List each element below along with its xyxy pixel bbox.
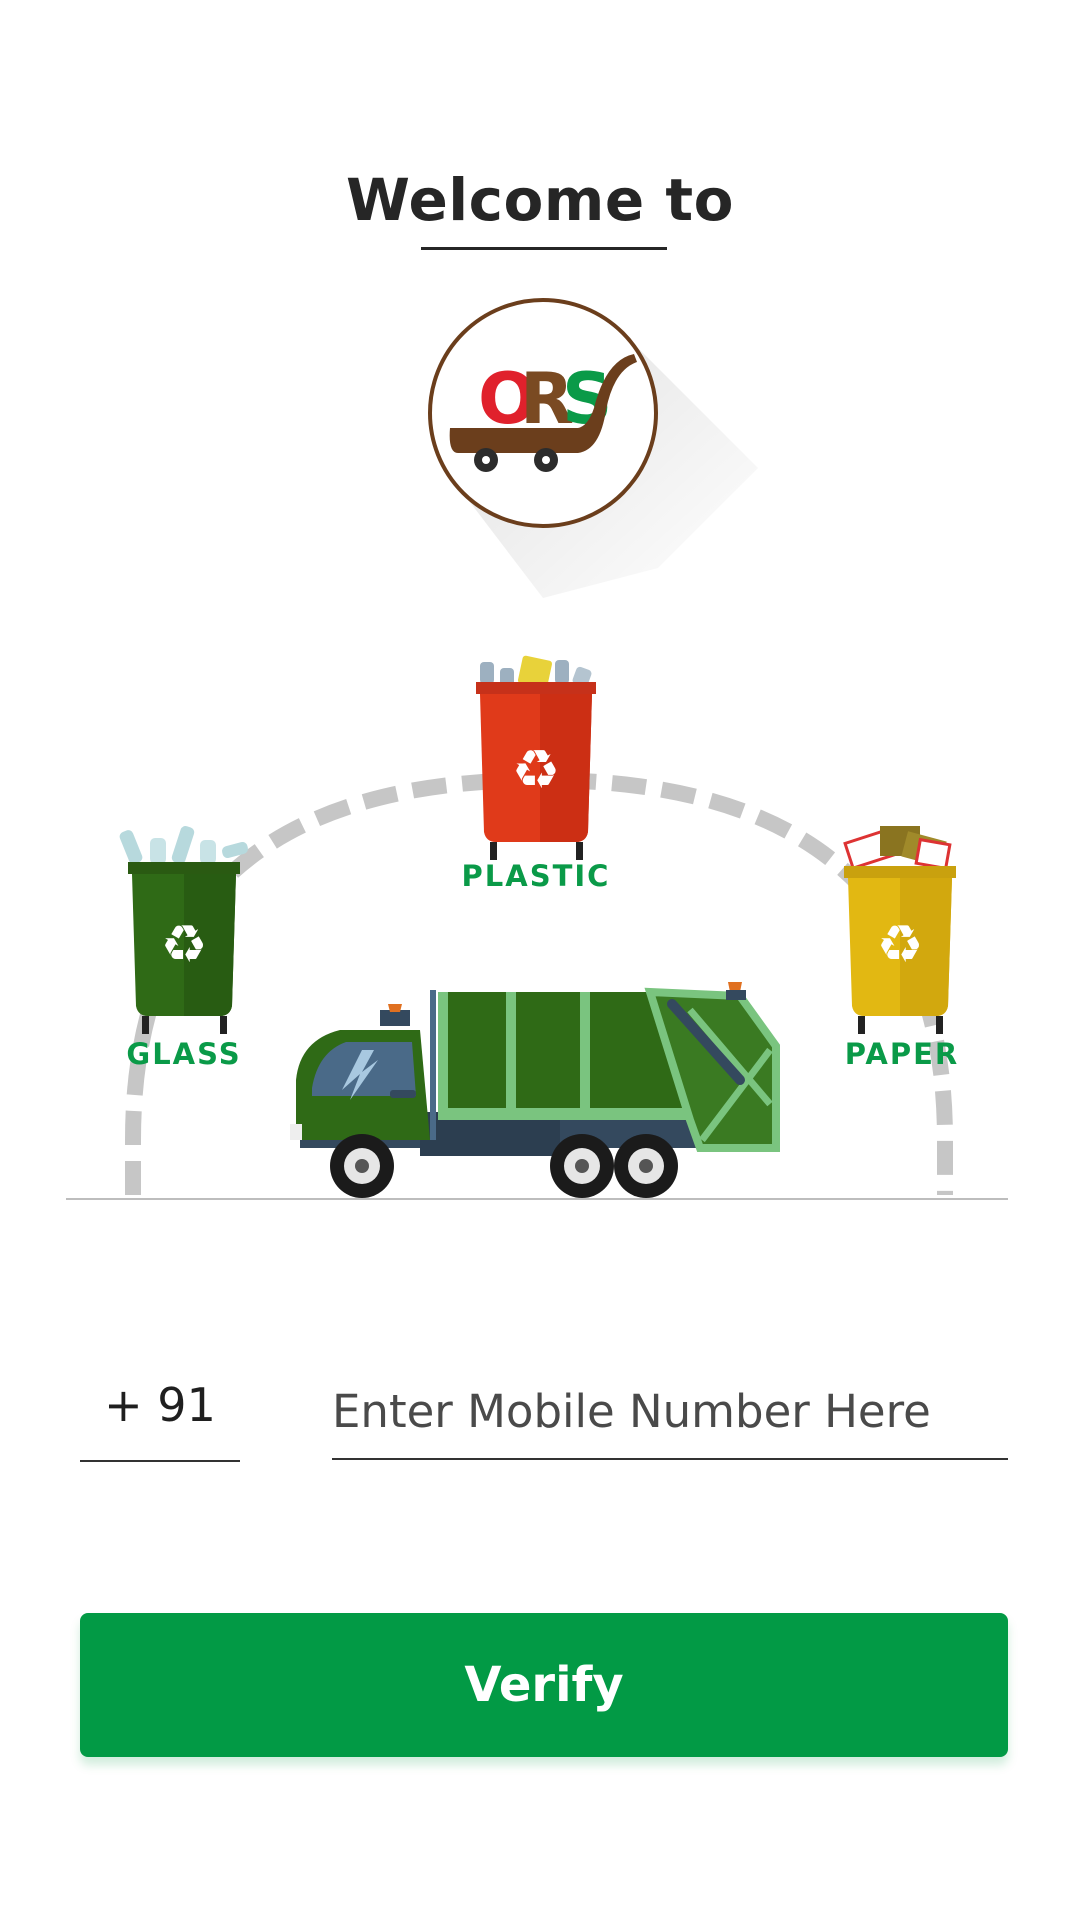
welcome-underline <box>421 247 667 250</box>
svg-text:♻: ♻ <box>877 915 924 975</box>
phone-input-row: + 91 <box>0 1365 1080 1465</box>
truck-wheel-front <box>330 1134 394 1198</box>
plastic-label: PLASTIC <box>462 859 611 893</box>
ors-logo: O R S <box>428 298 758 598</box>
glass-label: GLASS <box>126 1037 241 1071</box>
svg-text:♻: ♻ <box>512 738 560 801</box>
recycling-illustration: ♻ PLASTIC ♻ GLASS ♻ PAPER <box>119 655 959 1198</box>
mobile-number-input[interactable] <box>332 1365 1008 1460</box>
country-code-selector[interactable]: + 91 <box>80 1365 240 1462</box>
glass-bin-recycle-icon: ♻ <box>161 915 208 975</box>
verify-button[interactable]: Verify <box>80 1613 1008 1757</box>
ors-logo-graphic: O R S <box>428 298 758 598</box>
svg-text:♻: ♻ <box>161 915 208 975</box>
truck-wheel-rear-2 <box>614 1134 678 1198</box>
garbage-truck-icon <box>290 982 780 1198</box>
plastic-bin-recycle-icon: ♻ <box>512 738 560 801</box>
truck-wheel-rear-1 <box>550 1134 614 1198</box>
welcome-heading: Welcome to <box>346 166 734 234</box>
paper-label: PAPER <box>845 1037 959 1071</box>
ground-line <box>66 1198 1008 1200</box>
paper-bin-recycle-icon: ♻ <box>877 915 924 975</box>
